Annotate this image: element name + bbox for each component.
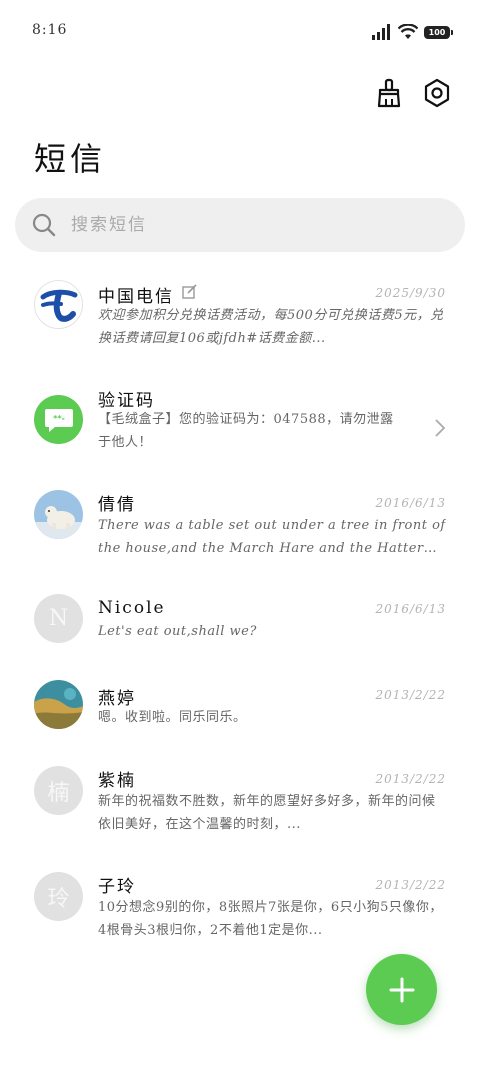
message-date: 2013/2/22: [375, 878, 446, 892]
message-date: 2013/2/22: [375, 688, 446, 702]
top-actions: [374, 78, 452, 108]
message-date: 2013/2/22: [375, 772, 446, 786]
avatar: N: [34, 594, 83, 643]
list-item[interactable]: N Nicole 2016/6/13 Let's eat out,shall w…: [0, 588, 480, 668]
list-item[interactable]: 燕婷 2013/2/22 嗯。收到啦。同乐同乐。: [0, 674, 480, 754]
message-preview: 10分想念9别的你，8张照片7张是你，6只小狗5只像你，4根骨头3根归你，2不着…: [98, 900, 443, 938]
message-preview: There was a table set out under a tree i…: [98, 518, 446, 556]
message-preview: Let's eat out,shall we?: [98, 624, 257, 639]
avatar: [34, 490, 83, 539]
list-item[interactable]: 玲 子玲 2013/2/22 10分想念9别的你，8张照片7张是你，6只小狗5只…: [0, 866, 480, 961]
settings-button[interactable]: [422, 78, 452, 108]
message-preview: 欢迎参加积分兑换话费活动，每500分可兑换话费5元，兑换话费请回复106或jfd…: [98, 308, 444, 346]
signal-icon: [372, 24, 390, 40]
search-bar[interactable]: [15, 198, 465, 252]
message-date: 2016/6/13: [375, 602, 446, 616]
message-preview: 嗯。收到啦。同乐同乐。: [98, 710, 247, 725]
edit-icon: [182, 284, 197, 299]
avatar: 楠: [34, 766, 83, 815]
landscape-photo: [34, 680, 83, 729]
avatar: 玲: [34, 872, 83, 921]
list-item[interactable]: **- 验证码 【毛绒盒子】您的验证码为：047588，请勿泄露于他人！: [0, 380, 480, 475]
settings-hexagon-icon: [424, 78, 450, 108]
contact-name: 紫楠: [98, 771, 136, 791]
message-date: 2025/9/30: [375, 286, 446, 300]
plus-icon: [389, 977, 414, 1002]
chevron-right-icon[interactable]: [434, 418, 446, 438]
status-time: 8:16: [32, 22, 68, 38]
avatar: [34, 280, 83, 329]
page-title: 短信: [34, 140, 107, 178]
message-date: 2016/6/13: [375, 496, 446, 510]
avatar: **-: [34, 395, 83, 444]
avatar: [34, 680, 83, 729]
status-icons: 100: [372, 24, 453, 40]
new-message-button[interactable]: [366, 954, 437, 1025]
contact-name: 倩倩: [98, 495, 136, 515]
wifi-icon: [398, 24, 418, 39]
contact-name: 子玲: [98, 877, 136, 897]
broom-icon: [377, 78, 401, 108]
list-item[interactable]: 倩倩 2016/6/13 There was a table set out u…: [0, 484, 480, 579]
message-preview: 【毛绒盒子】您的验证码为：047588，请勿泄露于他人！: [98, 412, 394, 450]
search-input[interactable]: [69, 214, 433, 236]
svg-text:**-: **-: [53, 414, 65, 423]
clean-button[interactable]: [374, 78, 404, 108]
verification-code-icon: **-: [44, 408, 73, 432]
list-item[interactable]: 中国电信 2025/9/30 欢迎参加积分兑换话费活动，每500分可兑换话费5元…: [0, 270, 480, 365]
battery-icon: 100: [424, 25, 453, 39]
message-preview: 新年的祝福数不胜数，新年的愿望好多好多，新年的问候依旧美好，在这个温馨的时刻，.…: [98, 794, 436, 832]
status-bar: 8:16 100: [0, 0, 480, 64]
china-telecom-logo: [40, 289, 77, 322]
list-item[interactable]: 楠 紫楠 2013/2/22 新年的祝福数不胜数，新年的愿望好多好多，新年的问候…: [0, 760, 480, 855]
contact-name: Nicole: [98, 598, 166, 618]
polar-bear-photo: [34, 490, 83, 539]
search-icon: [32, 213, 56, 237]
